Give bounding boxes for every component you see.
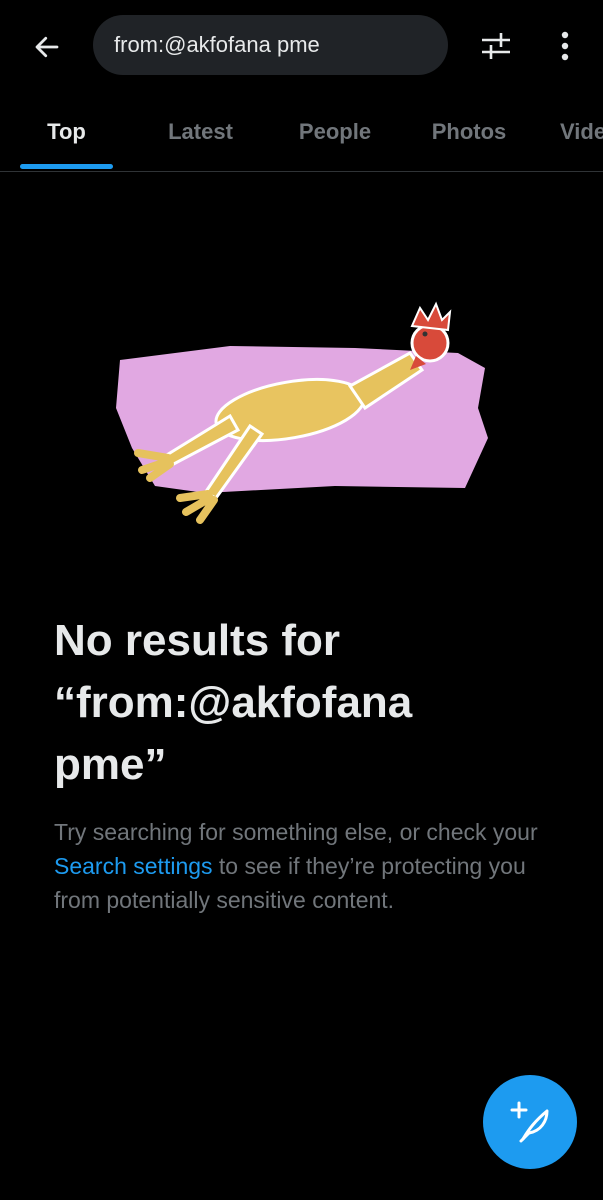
tab-photos[interactable]: Photos xyxy=(415,92,523,171)
search-filter-button[interactable] xyxy=(470,20,522,72)
search-tabs: Top Latest People Photos Videos xyxy=(0,92,603,172)
active-tab-indicator xyxy=(20,164,113,169)
title-line-1: No results for xyxy=(54,616,341,665)
tab-latest[interactable]: Latest xyxy=(148,92,253,171)
rubber-chicken-illustration xyxy=(116,301,488,524)
tab-videos[interactable]: Videos xyxy=(560,92,603,171)
compose-post-button[interactable] xyxy=(483,1075,577,1169)
vertical-ellipsis-icon xyxy=(561,31,569,61)
title-line-2: “from:@akfofana xyxy=(54,678,413,727)
title-line-3: pme” xyxy=(54,740,167,789)
sliders-icon xyxy=(482,33,510,59)
no-results-description: Try searching for something else, or che… xyxy=(54,815,554,917)
search-input[interactable] xyxy=(114,32,430,58)
description-text-before: Try searching for something else, or che… xyxy=(54,819,538,845)
tab-top[interactable]: Top xyxy=(20,92,113,171)
search-box[interactable] xyxy=(93,15,448,75)
top-bar xyxy=(0,0,603,92)
compose-feather-plus-icon xyxy=(510,1101,549,1143)
more-options-button[interactable] xyxy=(542,20,588,72)
search-settings-link[interactable]: Search settings xyxy=(54,853,213,879)
arrow-left-icon xyxy=(35,36,59,58)
no-results-title: No results for “from:@akfofana pme” xyxy=(54,610,574,796)
back-button[interactable] xyxy=(22,22,72,72)
tab-people[interactable]: People xyxy=(280,92,390,171)
